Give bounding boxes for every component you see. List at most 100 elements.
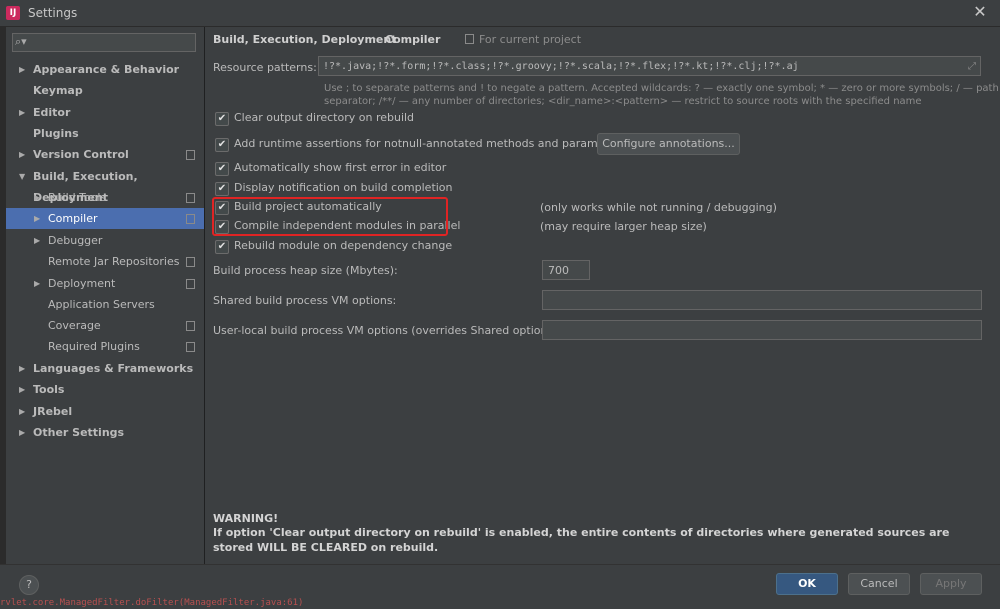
sidebar-item-build-execution-deployment[interactable]: ▼ Build, Execution, Deployment [6,166,204,204]
resource-patterns-label: Resource patterns: [213,61,317,74]
parallel-compile-note: (may require larger heap size) [540,220,707,233]
resource-patterns-hint-2: separator; /**/ — any number of director… [324,96,922,107]
sidebar-item-label: Deployment [48,277,116,290]
breadcrumb-current: Compiler [385,33,441,46]
breadcrumb-parent[interactable]: Build, Execution, Deployment [213,33,396,46]
sidebar-item-label: Coverage [48,319,101,332]
sidebar-item-other-settings[interactable]: ▶ Other Settings [6,422,204,443]
chevron-right-icon[interactable]: ▶ [34,187,40,208]
heap-size-input[interactable]: 700 [542,260,590,280]
sidebar-item-label: Tools [33,383,65,396]
shared-vm-options-input[interactable] [542,290,982,310]
intellij-icon: IJ [6,6,20,20]
title-bar: IJ Settings ✕ [0,0,1000,27]
sidebar-item-keymap[interactable]: Keymap [6,80,204,101]
warning-text: If option 'Clear output directory on reb… [213,526,950,554]
project-scope-icon [186,257,195,267]
resource-patterns-input[interactable]: !?*.java;!?*.form;!?*.class;!?*.groovy;!… [318,56,981,76]
chevron-right-icon[interactable]: ▶ [19,379,25,400]
sidebar-item-tools[interactable]: ▶ Tools [6,379,204,400]
user-vm-options-label: User-local build process VM options (ove… [213,324,562,337]
sidebar-item-label: Languages & Frameworks [33,362,194,375]
window-title: Settings [28,6,78,20]
sidebar-item-plugins[interactable]: Plugins [6,123,204,144]
project-scope-icon [186,214,195,224]
shared-vm-options-label: Shared build process VM options: [213,294,397,307]
project-scope-icon [186,193,195,203]
resource-patterns-hint-1: Use ; to separate patterns and ! to nega… [324,83,999,94]
sidebar-item-label: Keymap [33,84,83,97]
sidebar-item-remote-jar-repositories[interactable]: Remote Jar Repositories [6,251,204,272]
sidebar-item-coverage[interactable]: Coverage [6,315,204,336]
chevron-right-icon[interactable]: ▶ [34,230,40,251]
project-scope-label: For current project [479,33,582,46]
sidebar-item-label: Required Plugins [48,340,140,353]
sidebar-item-label: Build Tools [48,191,107,204]
close-icon[interactable]: ✕ [972,3,988,21]
checkbox-checked-icon: ✔ [215,138,229,152]
project-scope-icon [186,279,195,289]
project-scope-icon [186,150,195,160]
checkbox-checked-icon: ✔ [215,112,229,126]
checkbox-checked-icon: ✔ [215,182,229,196]
project-scope-icon [465,34,474,44]
search-input[interactable]: ⌕▾ [12,33,196,52]
sidebar-item-label: Debugger [48,234,103,247]
chevron-down-icon[interactable]: ▼ [19,166,25,187]
sidebar-item-label: Remote Jar Repositories [48,255,180,268]
sidebar-item-required-plugins[interactable]: Required Plugins [6,336,204,357]
chevron-right-icon[interactable]: ▶ [34,208,40,229]
sidebar-item-version-control[interactable]: ▶ Version Control [6,144,204,165]
checkbox-label: Display notification on build completion [234,181,453,194]
sidebar-item-application-servers[interactable]: Application Servers [6,294,204,315]
sidebar-item-label: Version Control [33,148,129,161]
heap-size-label: Build process heap size (Mbytes): [213,264,398,277]
build-automatically-note: (only works while not running / debuggin… [540,201,777,214]
expand-icon[interactable]: ⤢ [968,57,976,77]
chevron-right-icon[interactable]: ▶ [19,102,25,123]
resource-patterns-value: !?*.java;!?*.form;!?*.class;!?*.groovy;!… [323,61,799,72]
help-button[interactable]: ? [19,575,39,595]
checkbox-label: Rebuild module on dependency change [234,239,453,252]
ok-button[interactable]: OK [776,573,838,595]
configure-annotations-button[interactable]: Configure annotations... [597,133,740,155]
breadcrumb-separator: › [372,32,377,45]
project-scope-icon [186,342,195,352]
checkbox-label: Clear output directory on rebuild [234,111,415,124]
checkbox-label: Add runtime assertions for notnull-annot… [234,137,626,150]
sidebar-item-label: Application Servers [48,298,155,311]
chevron-right-icon[interactable]: ▶ [19,358,25,379]
settings-sidebar: ⌕▾ ▶ Appearance & Behavior Keymap ▶ Editor Pl… [6,27,204,564]
sidebar-item-appearance-behavior[interactable]: ▶ Appearance & Behavior [6,59,204,80]
sidebar-item-languages-frameworks[interactable]: ▶ Languages & Frameworks [6,358,204,379]
compiler-settings-panel: Build, Execution, Deployment › Compiler … [205,27,1000,564]
warning-title: WARNING! [213,512,279,525]
cancel-button[interactable]: Cancel [848,573,910,595]
chevron-right-icon[interactable]: ▶ [19,144,25,165]
checkbox-label: Automatically show first error in editor [234,161,447,174]
project-scope-icon [186,321,195,331]
project-scope-indicator: For current project [465,33,581,46]
sidebar-item-label: Editor [33,106,71,119]
sidebar-item-jrebel[interactable]: ▶ JRebel [6,401,204,422]
chevron-right-icon[interactable]: ▶ [19,59,25,80]
sidebar-item-editor[interactable]: ▶ Editor [6,102,204,123]
chevron-right-icon[interactable]: ▶ [19,422,25,443]
user-vm-options-input[interactable] [542,320,982,340]
sidebar-item-deployment[interactable]: ▶ Deployment [6,273,204,294]
sidebar-item-label: Compiler [48,212,98,225]
sidebar-item-label: Appearance & Behavior [33,63,180,76]
apply-button[interactable]: Apply [920,573,982,595]
chevron-right-icon[interactable]: ▶ [34,273,40,294]
sidebar-item-build-tools[interactable]: ▶ Build Tools [6,187,204,208]
sidebar-item-compiler[interactable]: ▶ Compiler [6,208,204,229]
sidebar-item-debugger[interactable]: ▶ Debugger [6,230,204,251]
checkbox-checked-icon: ✔ [215,240,229,254]
chevron-right-icon[interactable]: ▶ [19,401,25,422]
sidebar-item-label: Plugins [33,127,79,140]
checkbox-checked-icon: ✔ [215,162,229,176]
sidebar-item-label: Other Settings [33,426,125,439]
highlight-annotation [212,197,448,236]
background-log-line: rvlet.core.ManagedFilter.doFilter(Manage… [0,598,304,608]
search-icon: ⌕▾ [15,35,27,48]
